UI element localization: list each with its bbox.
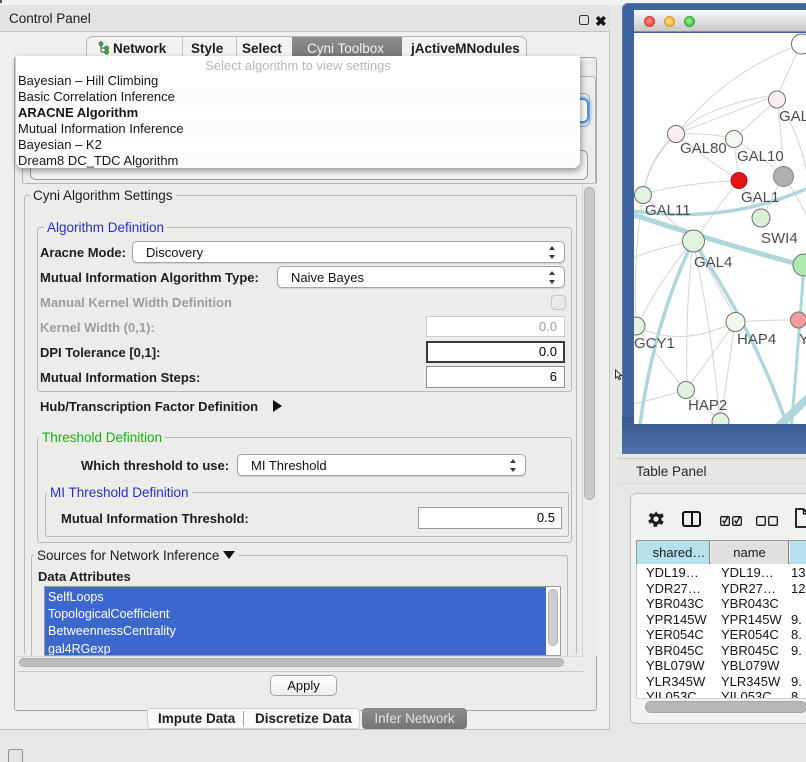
svg-text:Y: Y xyxy=(799,331,806,348)
svg-text:GAL11: GAL11 xyxy=(645,202,691,219)
svg-text:HAP4: HAP4 xyxy=(737,331,776,348)
svg-text:GAL1: GAL1 xyxy=(741,189,779,206)
svg-text:GAL4: GAL4 xyxy=(694,254,732,271)
svg-text:GAL10: GAL10 xyxy=(737,148,784,165)
svg-text:GAL80: GAL80 xyxy=(680,140,727,157)
svg-text:GCY1: GCY1 xyxy=(634,335,675,352)
svg-text:HAP2: HAP2 xyxy=(688,397,727,414)
svg-text:SWI4: SWI4 xyxy=(761,230,798,247)
svg-text:GAL: GAL xyxy=(779,108,806,125)
